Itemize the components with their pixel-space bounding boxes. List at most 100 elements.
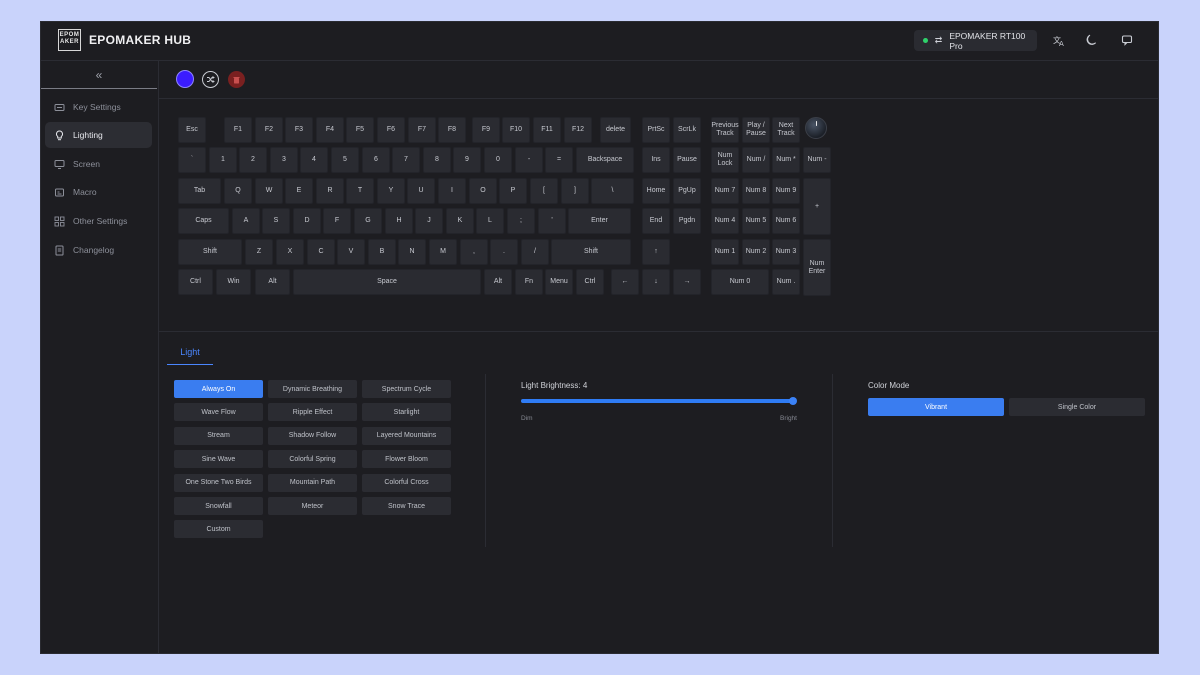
key-n[interactable]: N: [398, 239, 426, 265]
key-9[interactable]: 9: [453, 147, 481, 173]
key-h[interactable]: H: [385, 208, 413, 234]
key-symbol[interactable]: ↓: [642, 269, 670, 295]
effect-snowfall-button[interactable]: Snowfall: [174, 497, 263, 515]
effect-one-stone-two-birds-button[interactable]: One Stone Two Birds: [174, 473, 263, 492]
effect-custom-button[interactable]: Custom: [174, 520, 263, 539]
effect-always-on-button[interactable]: Always On: [174, 380, 263, 398]
key-num[interactable]: Num .: [772, 269, 800, 295]
key-1[interactable]: 1: [209, 147, 237, 173]
key-ctrl[interactable]: Ctrl: [576, 269, 604, 295]
key-f11[interactable]: F11: [533, 117, 561, 143]
key-num-2[interactable]: Num 2: [742, 239, 770, 265]
effect-snow-trace-button[interactable]: Snow Trace: [362, 497, 451, 515]
key-y[interactable]: Y: [377, 178, 405, 204]
key-m[interactable]: M: [429, 239, 457, 265]
key-r[interactable]: R: [316, 178, 344, 204]
single-color-button[interactable]: Single Color: [1009, 398, 1145, 416]
key-symbol[interactable]: ]: [561, 178, 589, 204]
volume-knob[interactable]: [805, 117, 827, 139]
key-l[interactable]: L: [476, 208, 504, 234]
key-num-5[interactable]: Num 5: [742, 208, 770, 234]
key-k[interactable]: K: [446, 208, 474, 234]
key-num-8[interactable]: Num 8: [742, 178, 770, 204]
key-num[interactable]: Num *: [772, 147, 800, 173]
key-prtsc[interactable]: PrtSc: [642, 117, 670, 143]
key-b[interactable]: B: [368, 239, 396, 265]
key-4[interactable]: 4: [300, 147, 328, 173]
key-esc[interactable]: Esc: [178, 117, 206, 143]
key-o[interactable]: O: [469, 178, 497, 204]
key-num[interactable]: Num /: [742, 147, 770, 173]
effect-meteor-button[interactable]: Meteor: [268, 497, 357, 515]
key-f[interactable]: F: [323, 208, 351, 234]
key-num-enter[interactable]: Num Enter: [803, 239, 831, 296]
translate-icon[interactable]: 文A: [1051, 32, 1067, 48]
key-home[interactable]: Home: [642, 178, 670, 204]
tab-light[interactable]: Light: [167, 339, 213, 365]
key-j[interactable]: J: [415, 208, 443, 234]
key-ins[interactable]: Ins: [642, 147, 670, 173]
key-a[interactable]: A: [232, 208, 260, 234]
key-7[interactable]: 7: [392, 147, 420, 173]
effect-mountain-path-button[interactable]: Mountain Path: [268, 473, 357, 492]
key-f9[interactable]: F9: [472, 117, 500, 143]
key-symbol[interactable]: →: [673, 269, 701, 295]
key-f10[interactable]: F10: [502, 117, 530, 143]
key-delete[interactable]: delete: [600, 117, 631, 143]
key-num[interactable]: Num -: [803, 147, 831, 173]
key-shift[interactable]: Shift: [551, 239, 631, 265]
key-z[interactable]: Z: [245, 239, 273, 265]
sidebar-item-other-settings[interactable]: Other Settings: [45, 208, 152, 234]
key-6[interactable]: 6: [362, 147, 390, 173]
effect-colorful-spring-button[interactable]: Colorful Spring: [268, 450, 357, 469]
key-num-4[interactable]: Num 4: [711, 208, 739, 234]
effect-flower-bloom-button[interactable]: Flower Bloom: [362, 450, 451, 469]
effect-colorful-cross-button[interactable]: Colorful Cross: [362, 473, 451, 492]
effect-sine-wave-button[interactable]: Sine Wave: [174, 450, 263, 469]
key-f8[interactable]: F8: [438, 117, 466, 143]
key-3[interactable]: 3: [270, 147, 298, 173]
key-space[interactable]: Space: [293, 269, 481, 295]
key-num-0[interactable]: Num 0: [711, 269, 769, 295]
key-caps[interactable]: Caps: [178, 208, 229, 234]
key-g[interactable]: G: [354, 208, 382, 234]
brightness-slider-thumb[interactable]: [789, 397, 797, 405]
sidebar-item-macro[interactable]: Macro: [45, 179, 152, 205]
key-scrlk[interactable]: ScrLk: [673, 117, 701, 143]
key-next-track[interactable]: Next Track: [772, 117, 800, 143]
key-pgdn[interactable]: Pgdn: [673, 208, 701, 234]
key-2[interactable]: 2: [239, 147, 267, 173]
key-w[interactable]: W: [255, 178, 283, 204]
key-symbol[interactable]: ↑: [642, 239, 670, 265]
sidebar-item-screen[interactable]: Screen: [45, 151, 152, 177]
effect-stream-button[interactable]: Stream: [174, 426, 263, 445]
key-u[interactable]: U: [407, 178, 435, 204]
key-symbol[interactable]: `: [178, 147, 206, 173]
key-shift[interactable]: Shift: [178, 239, 242, 265]
sidebar-item-key-settings[interactable]: Key Settings: [45, 94, 152, 120]
key-8[interactable]: 8: [423, 147, 451, 173]
key-f2[interactable]: F2: [255, 117, 283, 143]
key-symbol[interactable]: =: [545, 147, 573, 173]
key-previous-track[interactable]: Previous Track: [711, 117, 739, 143]
key-v[interactable]: V: [337, 239, 365, 265]
key-backspace[interactable]: Backspace: [576, 147, 634, 173]
key-num-9[interactable]: Num 9: [772, 178, 800, 204]
key-play-pause[interactable]: Play / Pause: [742, 117, 770, 143]
brightness-slider[interactable]: [521, 397, 797, 405]
key-f4[interactable]: F4: [316, 117, 344, 143]
key-p[interactable]: P: [499, 178, 527, 204]
key-symbol[interactable]: ,: [460, 239, 488, 265]
key-f5[interactable]: F5: [346, 117, 374, 143]
key-tab[interactable]: Tab: [178, 178, 221, 204]
key-num-1[interactable]: Num 1: [711, 239, 739, 265]
key-symbol[interactable]: [: [530, 178, 558, 204]
key-num-7[interactable]: Num 7: [711, 178, 739, 204]
key-alt[interactable]: Alt: [255, 269, 290, 295]
key-x[interactable]: X: [276, 239, 304, 265]
effect-ripple-effect-button[interactable]: Ripple Effect: [268, 403, 357, 422]
moon-icon[interactable]: [1084, 32, 1100, 48]
key-symbol[interactable]: ←: [611, 269, 639, 295]
key-symbol[interactable]: -: [515, 147, 543, 173]
key-fn[interactable]: Fn: [515, 269, 543, 295]
